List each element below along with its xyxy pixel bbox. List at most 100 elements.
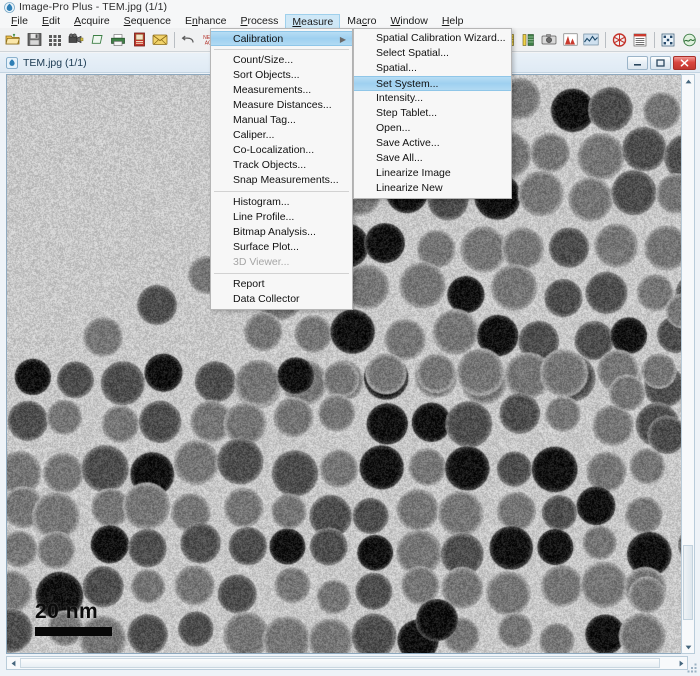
calibration-submenu-item-linearize-image[interactable]: Linearize Image <box>354 166 511 181</box>
menubar-item-edit[interactable]: Edit <box>35 14 67 28</box>
maximize-button[interactable] <box>650 56 671 70</box>
mail-icon[interactable] <box>150 30 170 50</box>
menubar-item-measure[interactable]: Measure <box>285 14 340 28</box>
measure-menu-item-snap-measurements[interactable]: Snap Measurements... <box>211 173 352 188</box>
menubar-item-help[interactable]: Help <box>435 14 471 28</box>
scroll-left-icon[interactable] <box>7 657 19 669</box>
toolbar-separator-4 <box>654 32 655 48</box>
print-icon[interactable] <box>108 30 128 50</box>
histogram-icon[interactable] <box>560 30 580 50</box>
resize-grip[interactable] <box>686 662 698 674</box>
measure-menu-item-label: Count/Size... <box>233 54 293 66</box>
caliper-icon[interactable] <box>518 30 538 50</box>
close-button[interactable] <box>673 56 696 70</box>
data-table-icon[interactable] <box>630 30 650 50</box>
measure-menu-item-sort-objects[interactable]: Sort Objects... <box>211 68 352 83</box>
grid-icon[interactable] <box>45 30 65 50</box>
measure-menu-item-label: Manual Tag... <box>233 114 296 126</box>
scroll-up-icon[interactable] <box>682 75 694 87</box>
menubar-item-enhance[interactable]: Enhance <box>178 14 233 28</box>
horizontal-scrollbar[interactable] <box>6 656 688 670</box>
calibration-wheel-icon[interactable] <box>609 30 629 50</box>
application-title: Image-Pro Plus - TEM.jpg (1/1) <box>19 1 167 13</box>
measure-menu-item-label: Co-Localization... <box>233 144 314 156</box>
menubar-item-acquire[interactable]: Acquire <box>67 14 117 28</box>
measure-menu-item-measurements[interactable]: Measurements... <box>211 83 352 98</box>
measure-menu-item-histogram[interactable]: Histogram... <box>211 195 352 210</box>
measure-menu-item-label: Surface Plot... <box>233 241 299 253</box>
bitmap-analysis-icon[interactable] <box>658 30 678 50</box>
calibration-submenu-item-select-spatial[interactable]: Select Spatial... <box>354 46 511 61</box>
measure-menu-separator <box>214 273 349 274</box>
measure-menu-item-label: Track Objects... <box>233 159 306 171</box>
measure-menu-item-label: Line Profile... <box>233 211 294 223</box>
toolbar-separator <box>174 32 175 48</box>
minimize-button[interactable] <box>627 56 648 70</box>
calibration-submenu-item-label: Set System... <box>376 78 438 90</box>
capture-video-icon[interactable] <box>66 30 86 50</box>
calibration-submenu-item-linearize-new[interactable]: Linearize New <box>354 181 511 196</box>
line-profile-icon[interactable] <box>581 30 601 50</box>
image-pro-plus-window: Image-Pro Plus - TEM.jpg (1/1) FileEditA… <box>0 0 700 676</box>
calibration-submenu-item-step-tablet[interactable]: Step Tablet... <box>354 106 511 121</box>
vertical-scroll-thumb[interactable] <box>683 545 693 620</box>
undo-icon[interactable] <box>178 30 198 50</box>
measure-menu-item-label: Sort Objects... <box>233 69 300 81</box>
scroll-down-icon[interactable] <box>682 641 694 653</box>
measure-menu-item-data-collector[interactable]: Data Collector <box>211 292 352 307</box>
measure-menu-item-report[interactable]: Report <box>211 277 352 292</box>
calibration-submenu-item-label: Save Active... <box>376 137 440 149</box>
menubar-item-macro[interactable]: Macro <box>340 14 383 28</box>
measure-menu-item-label: Calibration <box>233 33 283 45</box>
shape-icon[interactable] <box>87 30 107 50</box>
open-file-icon[interactable] <box>3 30 23 50</box>
measure-menu-item-label: Snap Measurements... <box>233 174 339 186</box>
measure-menu-item-label: Bitmap Analysis... <box>233 226 316 238</box>
measure-menu-item-label: 3D Viewer... <box>233 256 289 268</box>
measure-menu-item-line-profile[interactable]: Line Profile... <box>211 210 352 225</box>
measure-menu-item-label: Measure Distances... <box>233 99 332 111</box>
menubar-item-file[interactable]: File <box>4 14 35 28</box>
surface-plot-icon[interactable] <box>679 30 699 50</box>
image-document-icon <box>6 57 18 69</box>
count-size-icon[interactable] <box>539 30 559 50</box>
album-icon[interactable] <box>129 30 149 50</box>
calibration-submenu-item-save-all[interactable]: Save All... <box>354 151 511 166</box>
calibration-submenu-item-label: Intensity... <box>376 92 423 104</box>
calibration-submenu-item-open[interactable]: Open... <box>354 121 511 136</box>
calibration-submenu-item-spatial-calibration-wizard[interactable]: Spatial Calibration Wizard... <box>354 31 511 46</box>
measure-menu-item-surface-plot[interactable]: Surface Plot... <box>211 240 352 255</box>
calibration-submenu: Spatial Calibration Wizard...Select Spat… <box>353 28 512 199</box>
menubar-item-window[interactable]: Window <box>383 14 434 28</box>
calibration-submenu-item-label: Select Spatial... <box>376 47 449 59</box>
measure-menu-item-measure-distances[interactable]: Measure Distances... <box>211 98 352 113</box>
menubar-item-process[interactable]: Process <box>233 14 285 28</box>
measure-menu-item-caliper[interactable]: Caliper... <box>211 128 352 143</box>
measure-menu-item-label: Data Collector <box>233 293 300 305</box>
measure-menu-item-co-localization[interactable]: Co-Localization... <box>211 143 352 158</box>
application-titlebar: Image-Pro Plus - TEM.jpg (1/1) <box>0 0 700 14</box>
measure-menu-item-calibration[interactable]: Calibration▶ <box>211 31 352 46</box>
calibration-submenu-item-intensity[interactable]: Intensity... <box>354 91 511 106</box>
horizontal-scroll-thumb[interactable] <box>20 658 660 668</box>
measure-menu-item-count-size[interactable]: Count/Size... <box>211 53 352 68</box>
document-title: TEM.jpg (1/1) <box>23 57 87 69</box>
measure-menu-item-label: Histogram... <box>233 196 290 208</box>
save-file-icon[interactable] <box>24 30 44 50</box>
menubar-item-sequence[interactable]: Sequence <box>117 14 178 28</box>
calibration-submenu-item-label: Save All... <box>376 152 423 164</box>
measure-menu-separator <box>214 49 349 50</box>
measure-menu-item-3d-viewer: 3D Viewer... <box>211 255 352 270</box>
measure-menu-item-label: Caliper... <box>233 129 274 141</box>
vertical-scrollbar[interactable] <box>681 74 695 654</box>
calibration-submenu-item-set-system[interactable]: Set System... <box>354 76 511 91</box>
window-controls <box>627 56 696 70</box>
measure-menu-item-bitmap-analysis[interactable]: Bitmap Analysis... <box>211 225 352 240</box>
calibration-submenu-item-spatial[interactable]: Spatial... <box>354 61 511 76</box>
measure-dropdown-menu: Calibration▶ Count/Size... Sort Objects...… <box>210 28 353 310</box>
calibration-submenu-item-save-active[interactable]: Save Active... <box>354 136 511 151</box>
measure-menu-item-track-objects[interactable]: Track Objects... <box>211 158 352 173</box>
calibration-submenu-item-label: Spatial... <box>376 62 417 74</box>
measure-menu-item-manual-tag[interactable]: Manual Tag... <box>211 113 352 128</box>
image-pro-logo-icon <box>4 2 15 13</box>
